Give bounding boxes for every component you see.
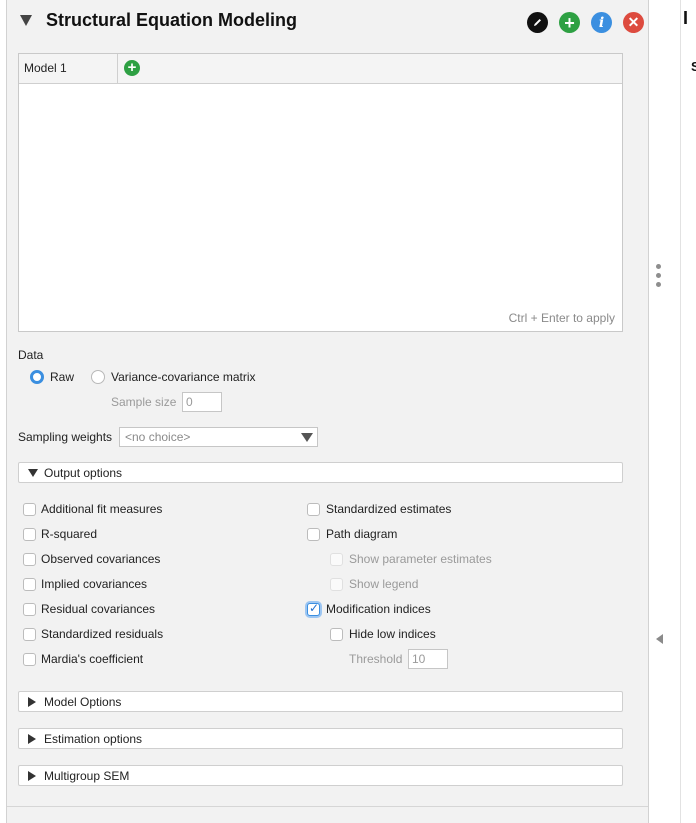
- info-icon[interactable]: i: [591, 12, 612, 33]
- collapsed-triangle-icon: [28, 734, 36, 744]
- data-label: Data: [18, 348, 44, 362]
- sampling-weights-label: Sampling weights: [18, 430, 113, 444]
- sample-size-input[interactable]: 0: [182, 392, 222, 412]
- close-icon[interactable]: ✕: [623, 12, 644, 33]
- results-heading-fragment: S: [691, 59, 696, 74]
- results-title-fragment: I: [683, 8, 689, 28]
- add-model-icon[interactable]: +: [124, 60, 140, 76]
- standardized-estimates-label[interactable]: Standardized estimates: [326, 502, 451, 516]
- r-squared-checkbox[interactable]: [23, 528, 36, 541]
- collapse-left-icon[interactable]: [656, 634, 663, 644]
- model-tab-bar: Model 1 +: [19, 54, 622, 84]
- model-editor-box: Model 1 + Ctrl + Enter to apply: [18, 53, 623, 332]
- estimation-options-header[interactable]: Estimation options: [18, 728, 623, 749]
- residual-covariances-label[interactable]: Residual covariances: [41, 602, 155, 616]
- analysis-title: Structural Equation Modeling: [46, 10, 297, 30]
- output-options-header[interactable]: Output options: [18, 462, 623, 483]
- implied-covariances-label[interactable]: Implied covariances: [41, 577, 147, 591]
- path-diagram-checkbox[interactable]: [307, 528, 320, 541]
- show-legend-checkbox: [330, 578, 343, 591]
- standardized-estimates-checkbox[interactable]: [307, 503, 320, 516]
- threshold-input[interactable]: 10: [408, 649, 448, 669]
- varcov-label[interactable]: Variance-covariance matrix: [111, 370, 256, 384]
- standardized-residuals-label[interactable]: Standardized residuals: [41, 627, 163, 641]
- mardias-coefficient-checkbox[interactable]: [23, 653, 36, 666]
- tab-model-1[interactable]: Model 1: [19, 54, 118, 83]
- multigroup-sem-header[interactable]: Multigroup SEM: [18, 765, 623, 786]
- modification-indices-label[interactable]: Modification indices: [326, 602, 431, 616]
- panel-splitter-handle[interactable]: [656, 264, 662, 291]
- expanded-triangle-icon: [28, 469, 38, 477]
- multigroup-sem-title: Multigroup SEM: [44, 769, 130, 783]
- observed-covariances-checkbox[interactable]: [23, 553, 36, 566]
- collapsed-triangle-icon: [28, 697, 36, 707]
- pencil-glyph: [534, 19, 541, 26]
- model-options-header[interactable]: Model Options: [18, 691, 623, 712]
- model-syntax-editor[interactable]: Ctrl + Enter to apply: [19, 84, 622, 331]
- estimation-options-title: Estimation options: [44, 732, 143, 746]
- raw-label[interactable]: Raw: [50, 370, 74, 384]
- show-legend-label: Show legend: [349, 577, 419, 591]
- apply-hint: Ctrl + Enter to apply: [508, 311, 615, 325]
- analysis-panel: Structural Equation Modeling + i ✕ Model…: [6, 0, 649, 823]
- pencil-icon[interactable]: [527, 12, 548, 33]
- sample-size-label: Sample size: [111, 395, 177, 409]
- additional-fit-measures-checkbox[interactable]: [23, 503, 36, 516]
- path-diagram-label[interactable]: Path diagram: [326, 527, 397, 541]
- modification-indices-checkbox[interactable]: [307, 601, 320, 616]
- mardias-coefficient-label[interactable]: Mardia's coefficient: [41, 652, 143, 666]
- sampling-weights-select[interactable]: <no choice>: [119, 427, 318, 447]
- results-panel: I S: [680, 0, 696, 823]
- show-parameter-estimates-checkbox: [330, 553, 343, 566]
- chevron-down-icon: [301, 433, 313, 442]
- plus-icon[interactable]: +: [559, 12, 580, 33]
- observed-covariances-label[interactable]: Observed covariances: [41, 552, 160, 566]
- hide-low-indices-checkbox[interactable]: [330, 628, 343, 641]
- raw-radio[interactable]: [30, 370, 44, 384]
- model-options-title: Model Options: [44, 695, 122, 709]
- output-options-title: Output options: [44, 466, 123, 480]
- show-parameter-estimates-label: Show parameter estimates: [349, 552, 492, 566]
- collapse-analysis-icon[interactable]: [20, 15, 32, 26]
- standardized-residuals-checkbox[interactable]: [23, 628, 36, 641]
- varcov-radio[interactable]: [91, 370, 105, 384]
- panel-footer-divider: [7, 806, 648, 807]
- sampling-weights-value: <no choice>: [125, 430, 191, 444]
- additional-fit-measures-label[interactable]: Additional fit measures: [41, 502, 162, 516]
- collapsed-triangle-icon: [28, 771, 36, 781]
- residual-covariances-checkbox[interactable]: [23, 603, 36, 616]
- r-squared-label[interactable]: R-squared: [41, 527, 97, 541]
- threshold-label: Threshold: [349, 652, 403, 666]
- hide-low-indices-label[interactable]: Hide low indices: [349, 627, 436, 641]
- implied-covariances-checkbox[interactable]: [23, 578, 36, 591]
